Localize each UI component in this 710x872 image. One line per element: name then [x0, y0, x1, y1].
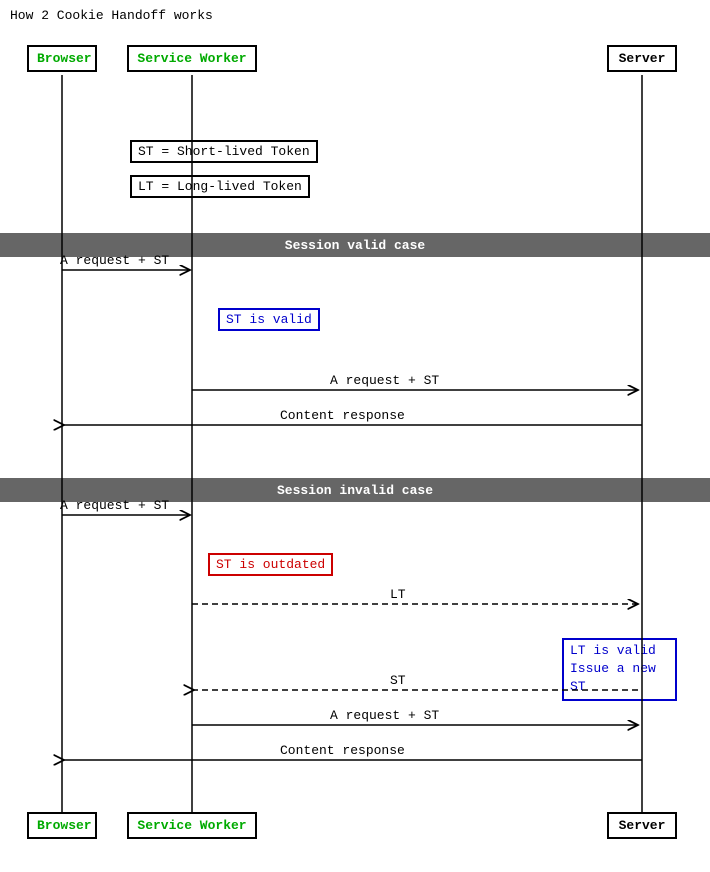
- section-valid: Session valid case: [0, 233, 710, 257]
- section-invalid: Session invalid case: [0, 478, 710, 502]
- svg-text:ST: ST: [390, 673, 406, 688]
- st-outdated-note: ST is outdated: [208, 553, 333, 576]
- svg-text:A request + ST: A request + ST: [330, 708, 439, 723]
- actor-server-top: Server: [607, 45, 677, 72]
- actor-serviceworker-bottom: Service Worker: [127, 812, 257, 839]
- svg-text:Content response: Content response: [280, 408, 405, 423]
- svg-text:Content response: Content response: [280, 743, 405, 758]
- diagram-title: How 2 Cookie Handoff works: [10, 8, 213, 23]
- actor-serviceworker-top: Service Worker: [127, 45, 257, 72]
- st-valid-note: ST is valid: [218, 308, 320, 331]
- actor-browser-bottom: Browser: [27, 812, 97, 839]
- actor-server-bottom: Server: [607, 812, 677, 839]
- svg-text:A request + ST: A request + ST: [330, 373, 439, 388]
- lt-definition: LT = Long-lived Token: [130, 175, 310, 198]
- actor-browser-top: Browser: [27, 45, 97, 72]
- svg-text:LT: LT: [390, 587, 406, 602]
- st-definition: ST = Short-lived Token: [130, 140, 318, 163]
- diagram-svg: A request + ST A request + ST Content re…: [0, 0, 710, 872]
- diagram: How 2 Cookie Handoff works Browser Servi…: [0, 0, 710, 872]
- lt-valid-note: LT is validIssue a new ST: [562, 638, 677, 701]
